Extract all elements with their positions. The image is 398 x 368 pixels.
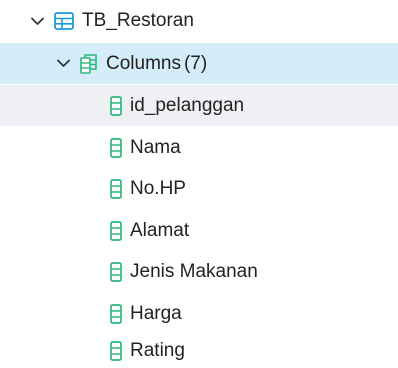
column-label: Rating bbox=[130, 340, 185, 361]
column-label: Alamat bbox=[130, 219, 190, 241]
tree-column-item[interactable]: id_pelanggan bbox=[0, 85, 398, 126]
column-label: Harga bbox=[130, 302, 182, 324]
tree-column-item[interactable]: Alamat bbox=[0, 210, 398, 251]
chevron-down-icon[interactable] bbox=[56, 57, 70, 71]
tree-column-item[interactable]: Harga bbox=[0, 293, 398, 334]
columns-icon bbox=[80, 53, 98, 74]
tree-column-item[interactable]: Rating bbox=[0, 334, 398, 368]
column-icon bbox=[110, 341, 122, 361]
column-icon bbox=[110, 137, 122, 158]
table-icon bbox=[54, 12, 74, 30]
tree-column-item[interactable]: Nama bbox=[0, 127, 398, 168]
tree-column-item[interactable]: No.HP bbox=[0, 168, 398, 209]
column-label: id_pelanggan bbox=[130, 94, 245, 116]
tree-column-item[interactable]: Jenis Makanan bbox=[0, 251, 398, 292]
column-icon bbox=[110, 95, 122, 116]
columns-label: Columns bbox=[106, 52, 181, 74]
column-icon bbox=[110, 261, 122, 282]
table-label: TB_Restoran bbox=[82, 10, 194, 31]
column-icon bbox=[110, 303, 122, 324]
tree-node-table[interactable]: TB_Restoran bbox=[0, 0, 398, 42]
column-label: No.HP bbox=[130, 177, 186, 199]
column-label: Jenis Makanan bbox=[130, 260, 258, 282]
object-explorer-tree: TB_Restoran Columns (7) id_pelanggan Nam… bbox=[0, 0, 398, 368]
tree-node-columns[interactable]: Columns (7) bbox=[0, 43, 398, 84]
column-icon bbox=[110, 220, 122, 241]
chevron-down-icon[interactable] bbox=[30, 14, 44, 28]
column-icon bbox=[110, 178, 122, 199]
column-label: Nama bbox=[130, 136, 181, 158]
columns-count: (7) bbox=[183, 52, 208, 74]
